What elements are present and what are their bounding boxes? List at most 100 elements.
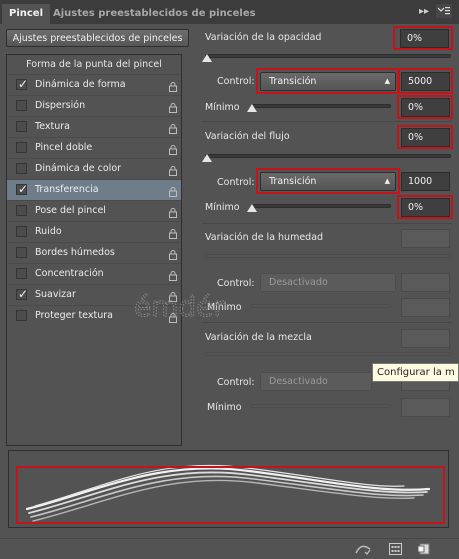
list-item-label: Concentración (35, 268, 104, 279)
flow-control-label: Control: (217, 177, 255, 188)
list-item-label: Dispersión (35, 100, 86, 111)
highlight-opacity-control (256, 68, 400, 94)
opacity-minimum-thumb[interactable] (247, 104, 257, 112)
list-item-label: Transferencia (35, 184, 99, 195)
list-item-checkbox[interactable] (16, 100, 27, 111)
list-item[interactable]: Pose del pincel (7, 200, 181, 221)
list-item[interactable]: Bordes húmedos (7, 242, 181, 263)
tab-brush-presets[interactable]: Ajustes preestablecidos de pinceles (46, 4, 263, 24)
flow-minimum-thumb[interactable] (247, 204, 257, 212)
mix-minimum-label: Mínimo (207, 402, 242, 413)
list-item-label: Proteger textura (35, 310, 113, 321)
list-item-checkbox[interactable] (16, 226, 27, 237)
lock-icon[interactable] (169, 101, 177, 113)
wetness-jitter-slider (205, 254, 451, 258)
lock-icon[interactable] (169, 80, 177, 92)
wetness-minimum-field (401, 298, 450, 317)
opacity-minimum-label: Mínimo (205, 102, 240, 113)
highlight-flow-control (256, 168, 400, 194)
flow-minimum-label: Mínimo (205, 202, 240, 213)
checkmark-icon: ✓ (18, 77, 29, 91)
lock-icon[interactable] (169, 164, 177, 176)
list-item-checkbox[interactable] (16, 121, 27, 132)
double-arrow-icon[interactable]: ▸▸ (419, 6, 429, 17)
list-item[interactable]: Dinámica de color (7, 158, 181, 179)
lock-icon[interactable] (169, 269, 177, 281)
lock-icon[interactable] (169, 206, 177, 218)
checkmark-icon: ✓ (18, 287, 29, 301)
list-item-checkbox[interactable] (16, 142, 27, 153)
lock-icon[interactable] (169, 122, 177, 134)
list-item[interactable]: ✓ Transferencia (7, 179, 181, 200)
opacity-jitter-label: Variación de la opacidad (205, 32, 322, 43)
opacity-jitter-thumb[interactable] (202, 54, 212, 62)
list-item-checkbox[interactable]: ✓ (16, 182, 28, 196)
list-item-label: Ruido (35, 226, 62, 237)
list-item[interactable]: Concentración (7, 263, 181, 284)
tab-brush[interactable]: Pincel (2, 4, 51, 24)
watermark-logo: émdér (132, 286, 272, 326)
wetness-control-select: Desactivado (260, 273, 396, 292)
list-item[interactable]: Dispersión (7, 95, 181, 116)
wetness-steps-field (401, 273, 450, 292)
svg-text:émdér: émdér (134, 290, 226, 323)
list-item[interactable]: Pincel doble (7, 137, 181, 158)
opacity-jitter-slider[interactable] (205, 54, 451, 58)
mix-jitter-field (401, 329, 450, 348)
highlight-opacity-jitter (393, 26, 453, 50)
section-divider (202, 121, 452, 122)
mix-control-select: Desactivado (260, 372, 372, 391)
list-item[interactable]: Textura (7, 116, 181, 137)
mix-jitter-label: Variación de la mezcla (205, 332, 312, 343)
list-item[interactable]: Ruido (7, 221, 181, 242)
mix-control-label: Control: (217, 377, 255, 388)
flow-jitter-slider[interactable] (205, 154, 451, 158)
panel-tab-bar: Pincel Ajustes preestablecidos de pincel… (0, 0, 459, 24)
panel-menu-icon[interactable] (436, 4, 452, 21)
highlight-opacity-minimum (397, 95, 453, 119)
list-item-checkbox[interactable] (16, 205, 27, 216)
list-item-label: Pincel doble (35, 142, 93, 153)
list-item-label: Dinámica de color (35, 163, 122, 174)
mix-minimum-slider (251, 404, 391, 408)
flow-steps-field[interactable]: 1000 (401, 172, 450, 191)
brush-settings-list: Forma de la punta del pincel ✓ Dinámica d… (6, 54, 182, 446)
toggle-live-tip-preview-icon[interactable] (355, 543, 371, 558)
list-item-checkbox[interactable]: ✓ (16, 77, 28, 91)
wetness-jitter-field (401, 229, 450, 248)
highlight-flow-jitter (397, 125, 453, 149)
list-item[interactable]: ✓ Dinámica de forma (7, 74, 181, 95)
checkmark-icon: ✓ (18, 182, 29, 196)
list-item-label: Pose del pincel (35, 205, 106, 216)
lock-icon[interactable] (169, 143, 177, 155)
wetness-control-value: Desactivado (269, 277, 328, 288)
opacity-minimum-slider[interactable] (251, 104, 391, 108)
tooltip: Configurar la m (372, 363, 459, 382)
flow-minimum-slider[interactable] (251, 204, 391, 208)
lock-icon[interactable] (169, 227, 177, 239)
lock-icon[interactable] (169, 185, 177, 197)
section-divider (202, 223, 452, 224)
grid-view-icon[interactable] (389, 543, 402, 558)
list-item-label: Textura (35, 121, 70, 132)
lock-icon[interactable] (169, 248, 177, 260)
brush-presets-button[interactable]: Ajustes preestablecidos de pinceles (6, 29, 189, 47)
create-new-brush-icon[interactable] (417, 543, 431, 558)
list-item-checkbox[interactable] (16, 247, 27, 258)
mix-jitter-slider (205, 352, 451, 356)
panel-bottom-bar (0, 538, 459, 559)
list-item-label: Bordes húmedos (35, 247, 115, 258)
list-item-checkbox[interactable] (16, 268, 27, 279)
list-item-label: Dinámica de forma (35, 79, 126, 90)
list-item-label: Suavizar (35, 289, 76, 300)
highlight-opacity-steps (397, 68, 453, 94)
flow-jitter-thumb[interactable] (202, 154, 212, 162)
wetness-minimum-slider (251, 304, 391, 308)
list-item-checkbox[interactable] (16, 310, 27, 321)
list-item-checkbox[interactable]: ✓ (16, 287, 28, 301)
brush-tip-shape-item[interactable]: Forma de la punta del pincel (7, 55, 181, 74)
list-item-checkbox[interactable] (16, 163, 27, 174)
wetness-jitter-label: Variación de la humedad (205, 232, 324, 243)
highlight-stroke-preview (16, 466, 445, 524)
mix-minimum-field (401, 398, 450, 417)
